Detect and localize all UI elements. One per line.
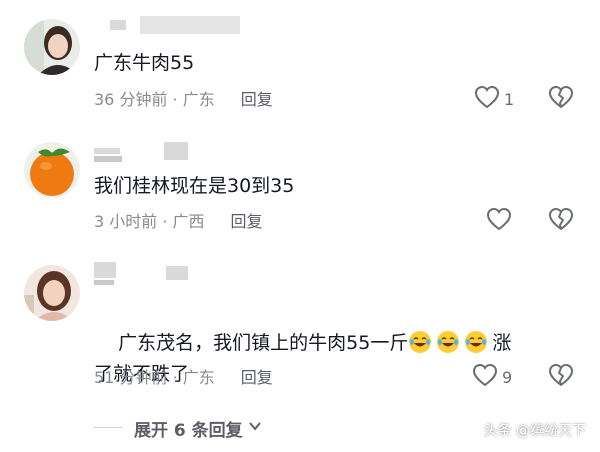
dislike-button[interactable] (548, 363, 574, 391)
laugh-cry-emoji-icon (464, 331, 492, 354)
like-button[interactable]: 9 (472, 363, 512, 391)
time-location: 36 分钟前 · 广东 (94, 90, 215, 109)
broken-heart-icon (548, 86, 574, 113)
reply-button[interactable]: 回复 (241, 90, 273, 109)
like-button[interactable] (486, 207, 516, 235)
heart-icon (474, 85, 500, 113)
broken-heart-icon (548, 364, 574, 391)
comment-text: 广东茂名，我们镇上的牛肉55一斤涨了就不跌了 (94, 297, 584, 421)
username-redacted (94, 262, 204, 285)
avatar[interactable] (24, 142, 80, 198)
heart-icon (472, 363, 498, 391)
laugh-cry-emoji-icon (436, 331, 464, 354)
username-redacted (94, 142, 204, 162)
comment-meta: 36 分钟前 · 广东 回复 (94, 86, 273, 110)
comment-text: 我们桂林现在是30到35 (94, 175, 295, 197)
dislike-button[interactable] (548, 85, 574, 113)
heart-icon (486, 207, 512, 235)
comment-text-part: 涨 (492, 332, 512, 354)
laugh-cry-emoji-icon (408, 331, 436, 354)
like-button[interactable]: 1 (474, 85, 514, 113)
username-redacted (110, 16, 240, 34)
broken-heart-icon (548, 208, 574, 235)
like-count: 9 (502, 367, 513, 387)
dislike-button[interactable] (548, 207, 574, 235)
time-location: 51 分钟前 · 广东 (94, 368, 215, 387)
divider (94, 427, 122, 428)
avatar[interactable] (24, 265, 80, 321)
expand-replies-button[interactable]: 展开 6 条回复 (134, 416, 263, 441)
comment-meta: 3 小时前 · 广西 回复 (94, 208, 263, 232)
like-count: 1 (504, 89, 515, 109)
reply-button[interactable]: 回复 (231, 212, 263, 231)
reply-button[interactable]: 回复 (241, 368, 273, 387)
comment-text-part: 广东茂名，我们镇上的牛肉55一斤 (118, 332, 409, 354)
comment-text: 广东牛肉55 (94, 52, 195, 74)
avatar[interactable] (24, 19, 80, 75)
watermark: 头条 @缤纷天下 (483, 423, 586, 439)
comment-meta: 51 分钟前 · 广东 回复 (94, 364, 273, 388)
expand-replies-label: 展开 6 条回复 (134, 421, 243, 441)
chevron-down-icon (247, 418, 263, 439)
time-location: 3 小时前 · 广西 (94, 212, 205, 231)
